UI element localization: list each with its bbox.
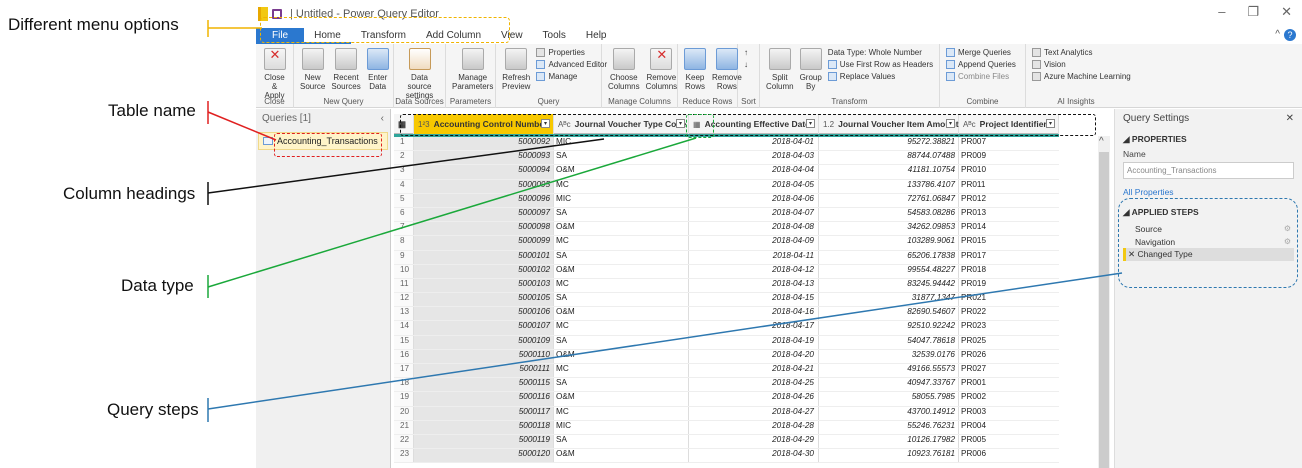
callout-lines bbox=[207, 20, 1123, 422]
